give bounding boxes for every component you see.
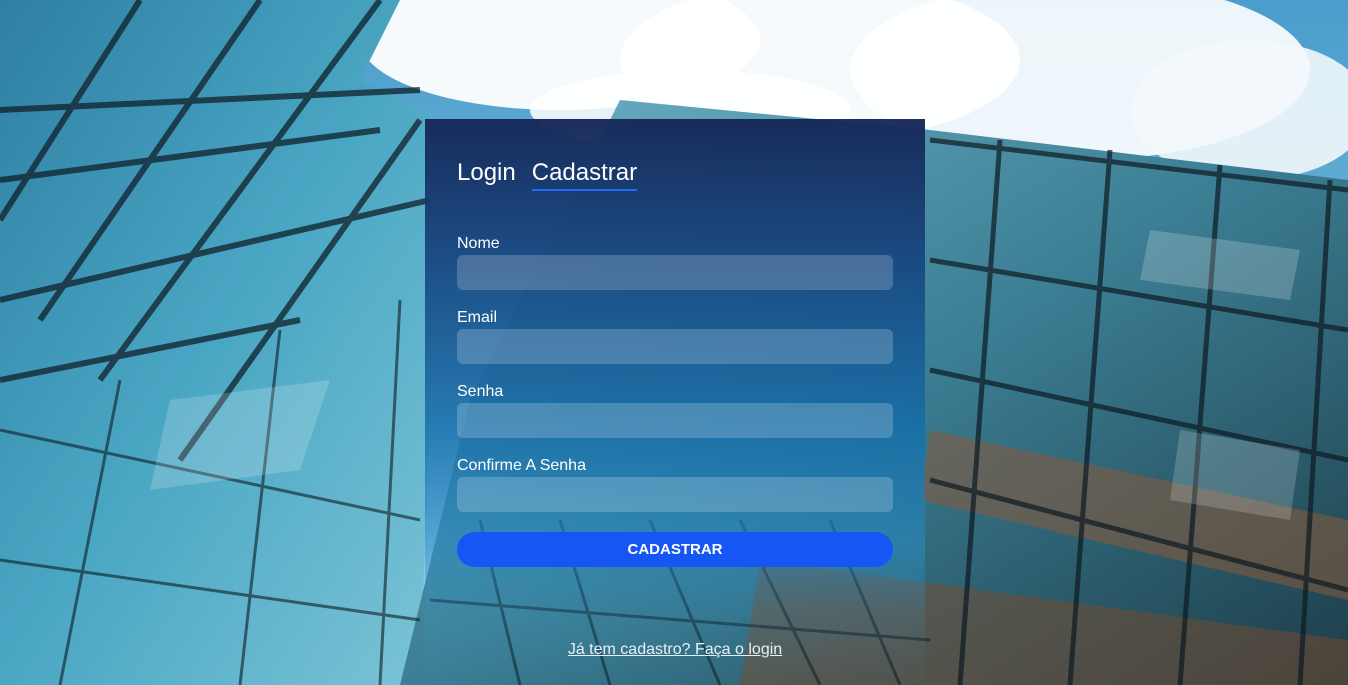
register-panel: Login Cadastrar Nome Email Senha Confirm… <box>425 119 925 685</box>
confirm-password-label: Confirme A Senha <box>457 457 586 474</box>
name-field-group: Nome <box>457 235 893 290</box>
email-field-group: Email <box>457 309 893 364</box>
email-input[interactable] <box>457 329 893 364</box>
confirm-password-field-group: Confirme A Senha <box>457 457 893 512</box>
name-label: Nome <box>457 235 500 252</box>
password-input[interactable] <box>457 403 893 438</box>
email-label: Email <box>457 309 498 326</box>
cadastrar-button[interactable]: CADASTRAR <box>457 532 893 567</box>
password-label: Senha <box>457 383 504 400</box>
password-field-group: Senha <box>457 383 893 438</box>
tab-cadastrar[interactable]: Cadastrar <box>531 159 638 191</box>
login-link[interactable]: Já tem cadastro? Faça o login <box>425 641 925 659</box>
tab-login[interactable]: Login <box>457 159 516 191</box>
confirm-password-input[interactable] <box>457 477 893 512</box>
auth-tabs: Login Cadastrar <box>457 159 638 191</box>
name-input[interactable] <box>457 255 893 290</box>
